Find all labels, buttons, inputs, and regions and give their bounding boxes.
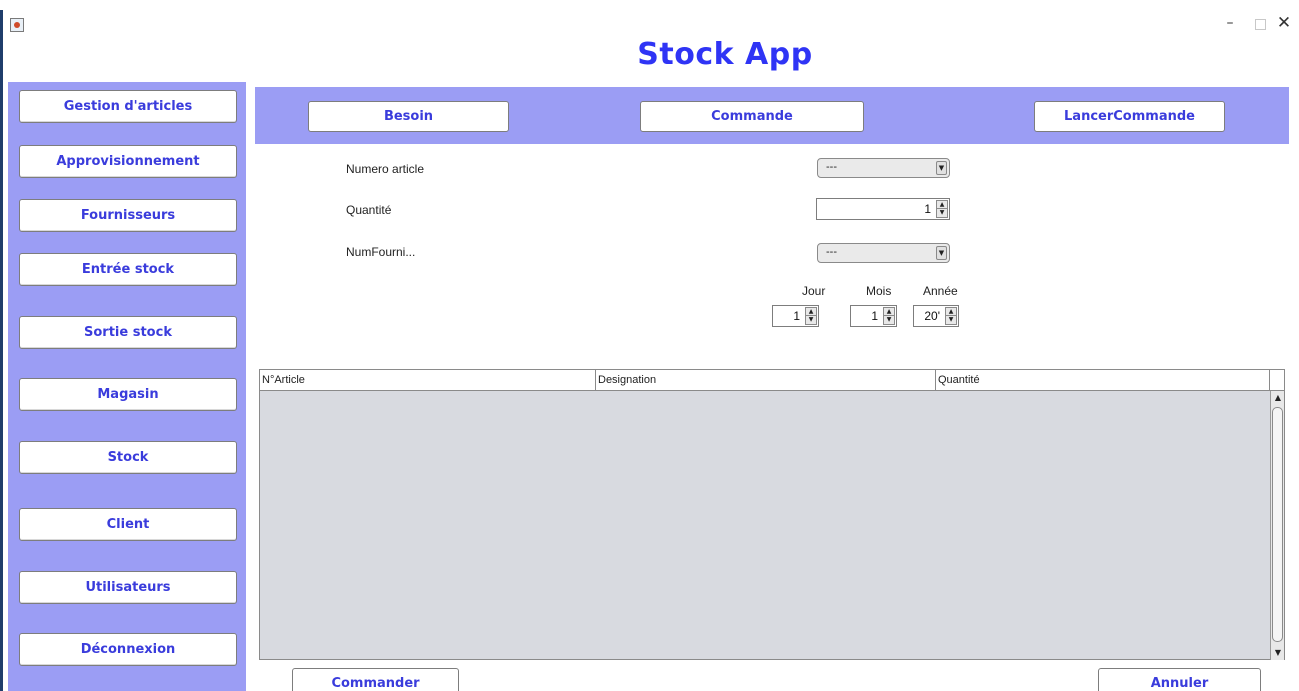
scrollbar-thumb[interactable] [1272,407,1283,642]
tab-lancer-commande[interactable]: LancerCommande [1034,101,1225,132]
annee-value: 20' [924,309,940,323]
numero-article-value: --- [826,161,837,173]
table-corner [1269,370,1284,391]
numero-article-label: Numero article [346,162,425,176]
tab-commande[interactable]: Commande [640,101,864,132]
sidebar-item-client[interactable]: Client [19,508,237,541]
annee-spinner[interactable]: 20' ▲ ▼ [913,305,959,327]
sidebar-item-sortie-stock[interactable]: Sortie stock [19,316,237,349]
window-left-border [0,10,3,691]
mois-value: 1 [871,309,878,323]
column-header-article[interactable]: N°Article [260,370,596,390]
annee-label: Année [923,284,958,298]
column-header-designation[interactable]: Designation [596,370,936,390]
scroll-down-icon[interactable]: ▼ [1271,646,1285,660]
articles-table: N°Article Designation Quantité ▲ ▼ [259,369,1285,660]
quantite-label: Quantité [346,203,392,217]
dropdown-arrow-icon: ▼ [936,246,947,260]
scroll-up-icon[interactable]: ▲ [1271,391,1285,405]
quantite-spinner[interactable]: 1 ▲ ▼ [816,198,950,220]
maximize-button[interactable] [1249,13,1271,33]
column-header-quantite[interactable]: Quantité [936,370,1271,390]
spinner-arrows-icon[interactable]: ▲ ▼ [945,307,957,325]
tab-bar: Besoin Commande LancerCommande [255,87,1289,144]
table-header: N°Article Designation Quantité [260,370,1271,391]
jour-label: Jour [802,284,826,298]
table-vertical-scrollbar[interactable]: ▲ ▼ [1270,391,1284,660]
quantite-value: 1 [924,202,931,216]
sidebar-item-deconnexion[interactable]: Déconnexion [19,633,237,666]
close-button[interactable]: ✕ [1273,13,1295,33]
num-fourni-value: --- [826,246,837,258]
sidebar: Gestion d'articles Approvisionnement Fou… [8,82,246,691]
sidebar-item-utilisateurs[interactable]: Utilisateurs [19,571,237,604]
sidebar-item-entree-stock[interactable]: Entrée stock [19,253,237,286]
spinner-arrows-icon[interactable]: ▲ ▼ [936,200,948,218]
spinner-arrows-icon[interactable]: ▲ ▼ [805,307,817,325]
sidebar-item-magasin[interactable]: Magasin [19,378,237,411]
commander-button[interactable]: Commander [292,668,459,691]
tab-besoin[interactable]: Besoin [308,101,509,132]
sidebar-item-stock[interactable]: Stock [19,441,237,474]
app-title: Stock App [637,37,813,72]
sidebar-item-fournisseurs[interactable]: Fournisseurs [19,199,237,232]
sidebar-item-gestion-articles[interactable]: Gestion d'articles [19,90,237,123]
num-fourni-select[interactable]: --- ▼ [817,243,950,263]
minimize-button[interactable]: – [1219,13,1241,33]
mois-spinner[interactable]: 1 ▲ ▼ [850,305,897,327]
sidebar-item-approvisionnement[interactable]: Approvisionnement [19,145,237,178]
jour-value: 1 [793,309,800,323]
java-app-icon [10,18,24,32]
dropdown-arrow-icon: ▼ [936,161,947,175]
num-fourni-label: NumFourni... [346,245,416,259]
numero-article-select[interactable]: --- ▼ [817,158,950,178]
jour-spinner[interactable]: 1 ▲ ▼ [772,305,819,327]
mois-label: Mois [866,284,892,298]
annuler-button[interactable]: Annuler [1098,668,1261,691]
spinner-arrows-icon[interactable]: ▲ ▼ [883,307,895,325]
